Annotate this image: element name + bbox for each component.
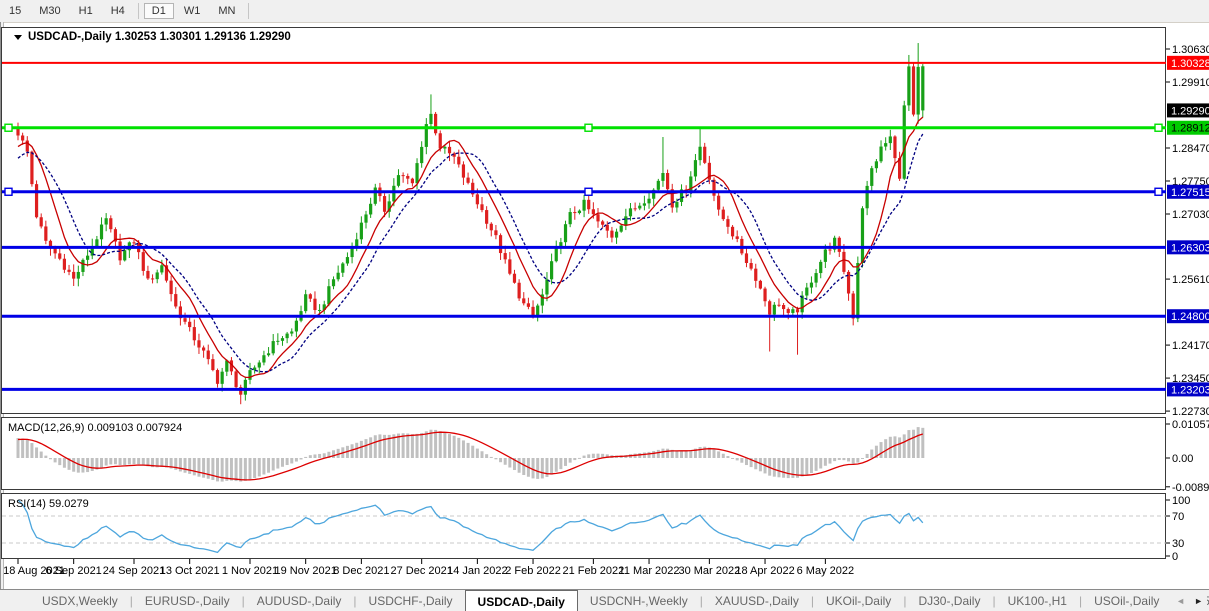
tab-scroll-left-icon[interactable]: ◄	[1176, 596, 1185, 606]
hline-handle[interactable]	[5, 188, 12, 195]
date-label: 14 Jan 2022	[447, 565, 508, 577]
svg-text:1.24800: 1.24800	[1171, 311, 1209, 323]
hline-handle[interactable]	[585, 188, 592, 195]
tab-usdx-weekly[interactable]: USDX,Weekly	[30, 590, 130, 611]
svg-text:1.28912: 1.28912	[1171, 123, 1209, 135]
date-label: 6 May 2022	[797, 565, 854, 577]
date-label: 6 Sep 2021	[46, 565, 102, 577]
svg-text:1.29290: 1.29290	[1171, 105, 1209, 117]
date-label: 21 Feb 2022	[562, 565, 624, 577]
tab-bar-spacer	[0, 590, 30, 611]
tab-usoil-daily[interactable]: USOil-,Daily	[1082, 590, 1171, 611]
price-tick-label: 1.30630	[1172, 44, 1209, 56]
date-label: 19 Nov 2021	[274, 565, 336, 577]
chart-area: 1.306301.299101.284701.277501.270301.256…	[0, 22, 1209, 589]
rsi-label: RSI(14) 59.0279	[8, 498, 89, 510]
svg-text:1.23203: 1.23203	[1171, 384, 1209, 396]
hline-handle[interactable]	[585, 124, 592, 131]
macd-axis-label: -0.00896	[1172, 482, 1209, 494]
svg-text:1.27515: 1.27515	[1171, 187, 1209, 199]
date-label: 8 Dec 2021	[333, 565, 389, 577]
symbol-tab-bar: USDX,Weekly|EURUSD-,Daily|AUDUSD-,Daily|…	[0, 589, 1209, 611]
date-label: 2 Feb 2022	[505, 565, 561, 577]
price-badge: 1.24800	[1167, 309, 1209, 323]
price-badge: 1.26303	[1167, 240, 1209, 254]
timeframe-button-w1[interactable]: W1	[176, 3, 209, 19]
mt4-chart-window: 15M30H1H4 D1W1MN 1.30630 1.29910 1.28470 1.2…	[0, 0, 1209, 611]
rsi-axis-label: 100	[1172, 495, 1190, 507]
tab-ukoil-daily[interactable]: UKOil-,Daily	[814, 590, 903, 611]
tab-usdcnh-weekly[interactable]: USDCNH-,Weekly	[578, 590, 700, 611]
date-label: 30 Mar 2022	[678, 565, 740, 577]
price-tick-label: 1.28470	[1172, 143, 1209, 155]
tab-xauusd-daily[interactable]: XAUUSD-,Daily	[703, 590, 811, 611]
tab-eurusd-daily[interactable]: EURUSD-,Daily	[133, 590, 242, 611]
price-tick-label: 1.25610	[1172, 274, 1209, 286]
date-label: 27 Dec 2021	[390, 565, 452, 577]
price-tick-label: 1.22730	[1172, 406, 1209, 418]
tab-dj30-daily[interactable]: DJ30-,Daily	[906, 590, 992, 611]
hline-handle[interactable]	[1155, 124, 1162, 131]
price-tick-label: 1.24170	[1172, 340, 1209, 352]
date-label: 11 Mar 2022	[619, 565, 680, 577]
macd-axis-label: 0.00	[1172, 453, 1193, 465]
price-badge: 1.30328	[1167, 56, 1209, 70]
toolbar-separator	[248, 3, 249, 19]
price-tick-label: 1.27030	[1172, 209, 1209, 221]
macd-label: MACD(12,26,9) 0.009103 0.007924	[8, 422, 182, 434]
tab-uk100-h1[interactable]: UK100-,H1	[996, 590, 1079, 611]
hline-handle[interactable]	[1155, 188, 1162, 195]
rsi-axis-label: 0	[1172, 551, 1178, 563]
timeframe-button-h1[interactable]: H1	[71, 3, 101, 19]
timeframe-button-15[interactable]: 15	[1, 3, 29, 19]
price-badge: 1.23203	[1167, 382, 1209, 396]
price-badge: 1.27515	[1167, 185, 1209, 199]
timeframe-button-m30[interactable]: M30	[31, 3, 68, 19]
price-tick-label: 1.29910	[1172, 77, 1209, 89]
timeframe-button-mn[interactable]: MN	[210, 3, 243, 19]
date-label: 18 Apr 2022	[735, 565, 794, 577]
chart-title-quote: USDCAD-,Daily 1.30253 1.30301 1.29136 1.…	[28, 31, 291, 43]
toolbar-separator	[138, 3, 139, 19]
rsi-axis-label: 30	[1172, 538, 1184, 550]
date-label: 13 Oct 2021	[160, 565, 220, 577]
hline-handle[interactable]	[5, 124, 12, 131]
svg-text:1.30328: 1.30328	[1171, 58, 1209, 70]
svg-text:1.26303: 1.26303	[1171, 242, 1209, 254]
tab-scroll-right-icon[interactable]: ►	[1194, 596, 1203, 606]
price-badge: 1.29290	[1167, 103, 1209, 117]
tab-audusd-daily[interactable]: AUDUSD-,Daily	[245, 590, 354, 611]
tab-usdchf-daily[interactable]: USDCHF-,Daily	[357, 590, 465, 611]
timeframe-button-h4[interactable]: H4	[103, 3, 133, 19]
rsi-axis-label: 70	[1172, 511, 1184, 523]
tab-scroll-arrows: ◄►	[1172, 590, 1207, 611]
chart-legend: USDCAD-,Daily 1.30253 1.30301 1.29136 1.…	[14, 31, 291, 43]
date-label: 24 Sep 2021	[103, 565, 165, 577]
tab-usdcad-daily[interactable]: USDCAD-,Daily	[465, 590, 578, 611]
date-label: 1 Nov 2021	[222, 565, 278, 577]
timeframe-toolbar: 15M30H1H4 D1W1MN	[0, 0, 1209, 23]
price-badge: 1.28912	[1167, 121, 1209, 135]
timeframe-button-d1[interactable]: D1	[144, 3, 174, 19]
macd-axis-label: 0.010578	[1172, 419, 1209, 431]
